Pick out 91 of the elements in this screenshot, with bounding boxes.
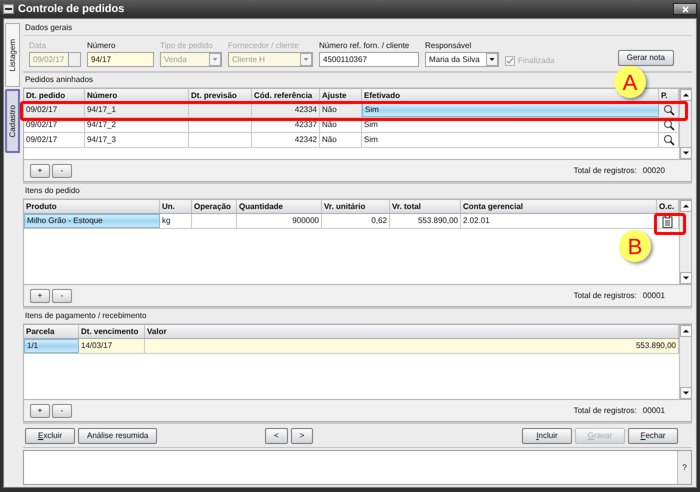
- action-button[interactable]: Excluir: [25, 428, 75, 444]
- checkbox-label: Finalizada: [518, 55, 554, 67]
- field-label: Data: [29, 40, 47, 52]
- remove-button[interactable]: -: [52, 164, 72, 178]
- add-button[interactable]: +: [30, 164, 50, 178]
- action-button[interactable]: Incluir: [522, 428, 572, 444]
- action-button[interactable]: Análise resumida: [78, 428, 158, 444]
- side-tab[interactable]: Cadastro: [5, 89, 20, 153]
- table-cell: 42334: [252, 103, 320, 117]
- table-cell: Sim: [362, 133, 659, 147]
- scrollbar[interactable]: [679, 200, 691, 284]
- close-button[interactable]: [673, 3, 697, 15]
- remove-button[interactable]: -: [52, 404, 72, 418]
- scroll-down-icon[interactable]: [680, 147, 692, 159]
- table-cell: 09/02/17: [24, 133, 85, 147]
- table-cell: Sim: [362, 118, 659, 132]
- table-cell: 1/1: [24, 339, 79, 353]
- total-count: 00001: [642, 404, 665, 416]
- total-label: Total de registros:: [574, 164, 637, 176]
- column-header[interactable]: Vr. unitário: [322, 200, 390, 213]
- action-button[interactable]: Fechar: [628, 428, 678, 444]
- table-cell: 2.02.01: [461, 214, 657, 228]
- generate-invoice-button[interactable]: Gerar nota: [618, 50, 674, 66]
- total-label: Total de registros:: [574, 290, 637, 302]
- highlight-frame: [654, 213, 686, 235]
- table-cell: 42337: [252, 118, 320, 132]
- scrollbar[interactable]: [679, 325, 691, 399]
- window-title: Controle de pedidos: [18, 2, 124, 17]
- column-header[interactable]: Quantidade: [237, 200, 322, 213]
- scroll-up-icon[interactable]: [680, 89, 692, 101]
- column-header[interactable]: Cód. referência: [252, 89, 320, 102]
- remove-button[interactable]: -: [52, 288, 72, 302]
- search-icon[interactable]: [662, 134, 674, 146]
- total-count: 00001: [642, 290, 665, 302]
- column-header[interactable]: Vr. total: [390, 200, 461, 213]
- table-row[interactable]: 09/02/17 94/17_3 42342 Não Sim: [24, 133, 679, 148]
- column-header[interactable]: Operação: [192, 200, 237, 213]
- text-field[interactable]: 4500110367: [319, 52, 419, 67]
- table-cell: Não: [320, 133, 362, 147]
- field-label: Fornecedor / cliente: [228, 40, 300, 52]
- scroll-up-icon[interactable]: [680, 325, 692, 337]
- table-cell: Milho Grão - Estoque: [24, 214, 160, 228]
- action-button[interactable]: <: [265, 428, 288, 444]
- table-cell: 94/17_3: [85, 133, 189, 147]
- table-cell: 94/17_1: [85, 103, 189, 117]
- scroll-down-icon[interactable]: [680, 272, 692, 284]
- search-icon[interactable]: [662, 104, 674, 116]
- column-header[interactable]: Dt. vencimento: [79, 325, 145, 338]
- table-cell: Sim: [362, 103, 659, 117]
- column-header[interactable]: Parcela: [24, 325, 79, 338]
- side-tab[interactable]: Listagem: [5, 23, 20, 87]
- column-header[interactable]: Dt. pedido: [24, 89, 85, 102]
- field-label: Responsável: [425, 40, 472, 52]
- table-cell: 42342: [252, 133, 320, 147]
- search-icon[interactable]: [662, 119, 674, 131]
- window-menu-icon[interactable]: [3, 4, 14, 14]
- text-field[interactable]: 94/17: [87, 52, 154, 67]
- table-row[interactable]: 09/02/17 94/17_1 42334 Não Sim: [24, 103, 679, 118]
- add-button[interactable]: +: [30, 404, 50, 418]
- column-header[interactable]: Conta gerencial: [461, 200, 657, 213]
- table-row[interactable]: Milho Grão - Estoque kg 900000 0,62 553.890,00 2.02.01: [24, 214, 679, 229]
- clipboard-icon[interactable]: [662, 214, 673, 228]
- column-header[interactable]: Número: [85, 89, 189, 102]
- table-cell: 94/17_2: [85, 118, 189, 132]
- add-button[interactable]: +: [30, 288, 50, 302]
- field-label: Tipo de pedido: [160, 40, 214, 52]
- column-header[interactable]: Un.: [160, 200, 192, 213]
- scroll-up-icon[interactable]: [680, 200, 692, 212]
- table-cell: 0,62: [322, 214, 390, 228]
- table-cell: 900000: [237, 214, 322, 228]
- total-count: 00020: [642, 164, 665, 176]
- caret-icon[interactable]: [486, 53, 498, 66]
- field-label: Número ref. forn. / cliente: [319, 40, 410, 52]
- table-cell: 14/03/17: [79, 339, 145, 353]
- table-row[interactable]: 1/1 14/03/17 553.890,00: [24, 339, 679, 354]
- help-button[interactable]: ?: [677, 451, 691, 484]
- table-cell: kg: [160, 214, 192, 228]
- close-icon: [682, 6, 688, 12]
- table-cell: 553.890,00: [390, 214, 461, 228]
- section-title: Dados gerais: [23, 21, 692, 36]
- column-header[interactable]: Dt. previsão: [189, 89, 252, 102]
- dropdown[interactable]: Maria da Silva: [425, 52, 499, 67]
- scroll-down-icon[interactable]: [680, 387, 692, 399]
- total-label: Total de registros:: [574, 404, 637, 416]
- table-cell: 09/02/17: [24, 103, 85, 117]
- column-header[interactable]: Produto: [24, 200, 160, 213]
- table-cell: 09/02/17: [24, 118, 85, 132]
- column-header[interactable]: Ajuste: [320, 89, 362, 102]
- field-label: Número: [87, 40, 116, 52]
- action-button[interactable]: >: [290, 428, 314, 444]
- table-cell: Não: [320, 118, 362, 132]
